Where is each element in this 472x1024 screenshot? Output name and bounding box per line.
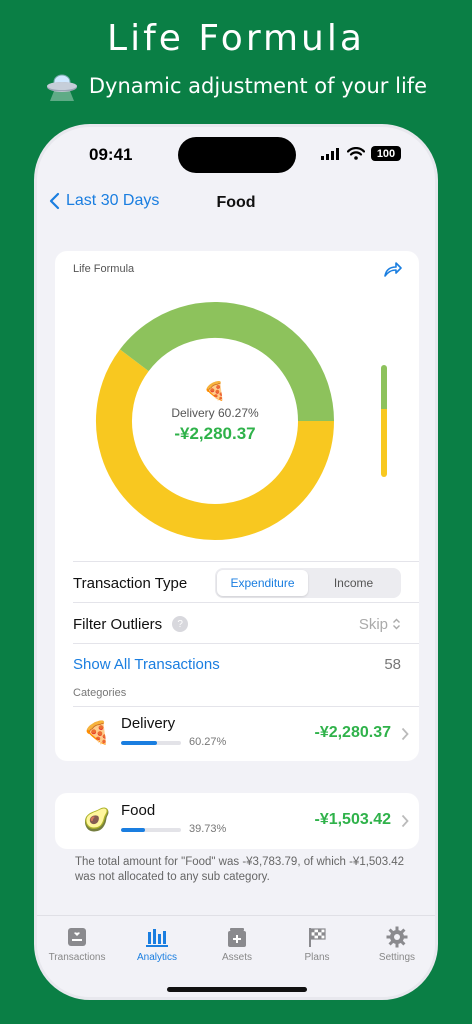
- promo-title: Life Formula: [107, 18, 365, 59]
- tab-label: Analytics: [136, 952, 177, 963]
- divider: [73, 561, 419, 562]
- show-all-transactions-link[interactable]: Show All Transactions: [73, 656, 220, 673]
- segment-expenditure[interactable]: Expenditure: [217, 570, 308, 596]
- category-amount: -¥2,280.37: [314, 724, 391, 741]
- chevron-right-icon: [401, 727, 409, 741]
- center-label: Delivery 60.27%: [171, 406, 259, 420]
- tab-assets[interactable]: Assets: [197, 926, 277, 963]
- promo-subtitle: Dynamic adjustment of your life: [88, 74, 428, 98]
- parent-category-card: 🥑 Food 39.73% -¥1,503.42: [55, 793, 419, 849]
- categories-label: Categories: [73, 687, 127, 699]
- category-progress-fill: [121, 828, 145, 832]
- tab-label: Transactions: [48, 952, 106, 963]
- phone-screen: 09:41 100 Last 30 Days Food Life Formula: [34, 124, 438, 1000]
- tab-label: Plans: [304, 952, 330, 963]
- pizza-icon: 🍕: [83, 720, 111, 745]
- avocado-icon: 🥑: [83, 807, 111, 832]
- promo-subtitle-row: Dynamic adjustment of your life: [0, 70, 472, 102]
- share-icon[interactable]: [381, 259, 403, 281]
- transactions-count: 58: [384, 655, 401, 673]
- dynamic-island: [178, 137, 296, 173]
- transaction-type-label: Transaction Type: [73, 574, 188, 592]
- help-icon[interactable]: ?: [172, 616, 189, 632]
- filter-outliers-select[interactable]: Skip: [359, 616, 401, 633]
- show-all-row: Show All Transactions 58: [73, 649, 401, 679]
- signal-icon: [321, 147, 339, 160]
- battery-icon: 100: [371, 146, 401, 161]
- category-progress-track: [121, 741, 181, 745]
- gear-icon: [386, 926, 408, 948]
- page-title: Food: [216, 194, 256, 211]
- transactions-icon: [68, 928, 86, 946]
- status-time: 09:41: [89, 145, 133, 164]
- category-row-delivery[interactable]: 🍕 Delivery 60.27% -¥2,280.37: [73, 707, 409, 761]
- nav-bar: Last 30 Days Food: [37, 183, 435, 227]
- tab-settings[interactable]: Settings: [357, 926, 435, 963]
- divider: [73, 602, 419, 603]
- donut-center: 🍕 Delivery 60.27% -¥2,280.37: [95, 381, 335, 444]
- category-percent: 39.73%: [189, 823, 227, 835]
- ufo-icon: [46, 74, 77, 101]
- category-name: Food: [121, 802, 156, 819]
- filter-outliers-value: Skip: [358, 615, 388, 633]
- home-indicator: [167, 987, 307, 992]
- category-progress-fill: [121, 741, 158, 745]
- segment-income[interactable]: Income: [308, 570, 399, 596]
- wifi-icon: [347, 147, 365, 160]
- category-progress-track: [121, 828, 181, 832]
- card-heading: Life Formula: [73, 263, 135, 275]
- chevron-right-icon: [401, 814, 409, 828]
- plans-flag-icon: [309, 928, 326, 947]
- analytics-icon: [146, 929, 168, 947]
- tab-transactions[interactable]: Transactions: [37, 926, 117, 963]
- tab-label: Assets: [221, 952, 252, 963]
- center-amount: -¥2,280.37: [174, 424, 256, 443]
- tab-plans[interactable]: Plans: [277, 926, 357, 963]
- category-name: Delivery: [121, 715, 176, 732]
- pizza-icon: 🍕: [203, 381, 227, 401]
- status-icons: 100: [321, 146, 401, 161]
- tab-label: Settings: [378, 952, 416, 963]
- tab-analytics[interactable]: Analytics: [117, 926, 197, 963]
- vbar-segment-delivery: [381, 409, 387, 477]
- vbar-segment-unallocated: [381, 365, 387, 410]
- transaction-type-segmented[interactable]: Expenditure Income: [215, 568, 401, 598]
- category-amount: -¥1,503.42: [314, 811, 391, 828]
- filter-outliers-row: Filter Outliers ? Skip: [73, 608, 401, 640]
- divider: [73, 643, 419, 644]
- transaction-type-row: Transaction Type Expenditure Income: [73, 567, 401, 599]
- category-row-food[interactable]: 🥑 Food 39.73% -¥1,503.42: [73, 794, 409, 848]
- status-bar: 09:41 100: [37, 127, 435, 183]
- vertical-share-bar: [381, 365, 387, 477]
- filter-outliers-label: Filter Outliers: [73, 615, 163, 633]
- footnote: The total amount for "Food" was -¥3,783.…: [75, 856, 405, 883]
- life-formula-card: Life Formula 🍕 Delivery 60.27% -¥2,280.3…: [55, 251, 419, 761]
- chevron-up-down-icon: [393, 618, 400, 630]
- category-percent: 60.27%: [189, 736, 227, 748]
- assets-icon: [228, 928, 246, 947]
